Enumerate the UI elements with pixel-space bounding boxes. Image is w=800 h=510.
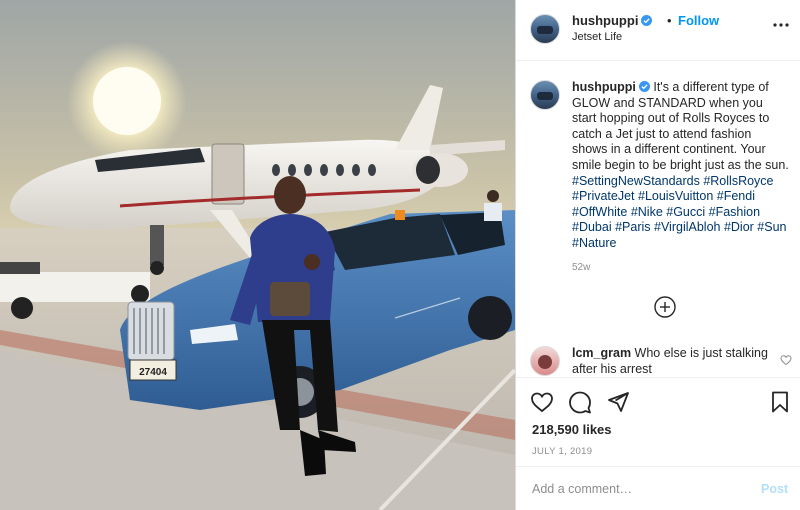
action-bar	[516, 377, 800, 424]
comment-item: lcm_gram Who else is just stalking after…	[572, 346, 777, 377]
verified-badge-icon	[641, 15, 653, 26]
save-bookmark-icon[interactable]	[768, 390, 792, 414]
load-more-comments-icon[interactable]	[654, 296, 676, 318]
post-comment-button[interactable]: Post	[761, 482, 788, 496]
comment-avatar[interactable]	[530, 346, 560, 376]
post-header: hushpuppi • Follow Jetset Life	[516, 0, 800, 61]
license-plate: 27404	[139, 367, 167, 378]
separator-dot: •	[667, 13, 672, 28]
post-photo[interactable]: 27404	[0, 0, 515, 510]
like-heart-icon[interactable]	[530, 390, 554, 414]
follow-button[interactable]: Follow	[678, 13, 719, 28]
more-options-icon[interactable]	[772, 16, 790, 34]
instagram-post: 27404 hushpuppi • Follow Jetset Life hus…	[0, 0, 800, 510]
comment-username[interactable]: lcm_gram	[572, 346, 631, 360]
username-text[interactable]: hushpuppi	[572, 13, 638, 28]
location-link[interactable]: Jetset Life	[572, 31, 622, 43]
comments-section: hushpuppi It's a different type of GLOW …	[516, 60, 800, 376]
share-paper-plane-icon[interactable]	[606, 390, 630, 414]
post-side-panel: hushpuppi • Follow Jetset Life hushpuppi…	[515, 0, 800, 510]
username[interactable]: hushpuppi	[572, 13, 653, 28]
post-photo-illustration: 27404	[0, 0, 515, 510]
caption-hashtags[interactable]: #SettingNewStandards #RollsRoyce #Privat…	[572, 174, 786, 250]
likes-count[interactable]: 218,590 likes	[532, 422, 612, 437]
caption-time[interactable]: 52w	[572, 262, 590, 273]
caption-avatar[interactable]	[530, 80, 560, 110]
verified-badge-icon	[638, 81, 650, 92]
add-comment-input[interactable]	[530, 478, 749, 500]
caption-username[interactable]: hushpuppi	[572, 80, 636, 94]
caption: hushpuppi It's a different type of GLOW …	[572, 80, 790, 252]
post-date: JULY 1, 2019	[532, 446, 593, 457]
comment-bubble-icon[interactable]	[568, 390, 592, 414]
add-comment-bar: Post	[516, 466, 800, 510]
avatar[interactable]	[530, 14, 560, 44]
comment-like-icon[interactable]	[780, 354, 792, 366]
